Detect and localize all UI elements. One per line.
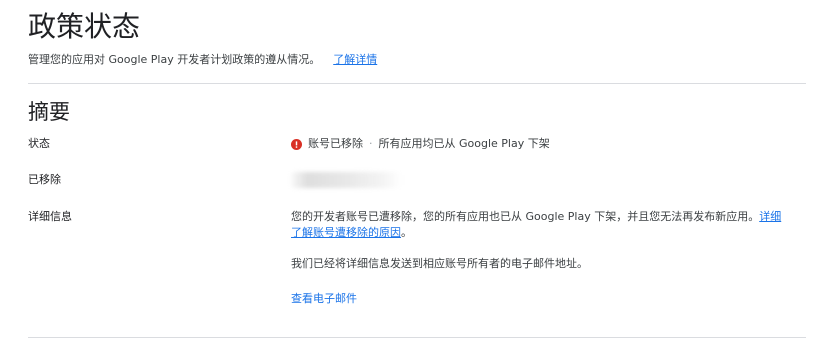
footer-divider: [28, 337, 806, 338]
error-icon: [291, 138, 302, 150]
view-email-link-wrap: 查看电子邮件: [291, 291, 357, 307]
page-subtitle-text: 管理您的应用对 Google Play 开发者计划政策的遵从情况。: [28, 53, 321, 66]
status-detail: 所有应用均已从 Google Play 下架: [378, 137, 550, 150]
removed-label: 已移除: [28, 173, 61, 186]
details-value: 您的开发者账号已遭移除，您的所有应用也已从 Google Play 下架，并且您…: [291, 209, 791, 241]
status-separator: ·: [369, 137, 373, 150]
status-text: 账号已移除: [308, 137, 363, 150]
status-value: 账号已移除 · 所有应用均已从 Google Play 下架: [291, 136, 550, 152]
learn-more-link[interactable]: 了解详情: [333, 53, 377, 66]
summary-title: 摘要: [28, 100, 70, 124]
view-email-link[interactable]: 查看电子邮件: [291, 292, 357, 305]
header-divider: [28, 83, 806, 84]
page-title: 政策状态: [28, 10, 141, 43]
status-label: 状态: [28, 137, 50, 150]
redacted-date: [291, 172, 401, 188]
email-notice: 我们已经将详细信息发送到相应账号所有者的电子邮件地址。: [291, 257, 588, 270]
details-link-suffix: 。: [401, 226, 412, 239]
details-text: 您的开发者账号已遭移除，您的所有应用也已从 Google Play 下架，并且您…: [291, 210, 760, 223]
page-subtitle: 管理您的应用对 Google Play 开发者计划政策的遵从情况。 了解详情: [28, 52, 377, 68]
removed-value: [291, 172, 401, 188]
details-label: 详细信息: [28, 210, 72, 223]
